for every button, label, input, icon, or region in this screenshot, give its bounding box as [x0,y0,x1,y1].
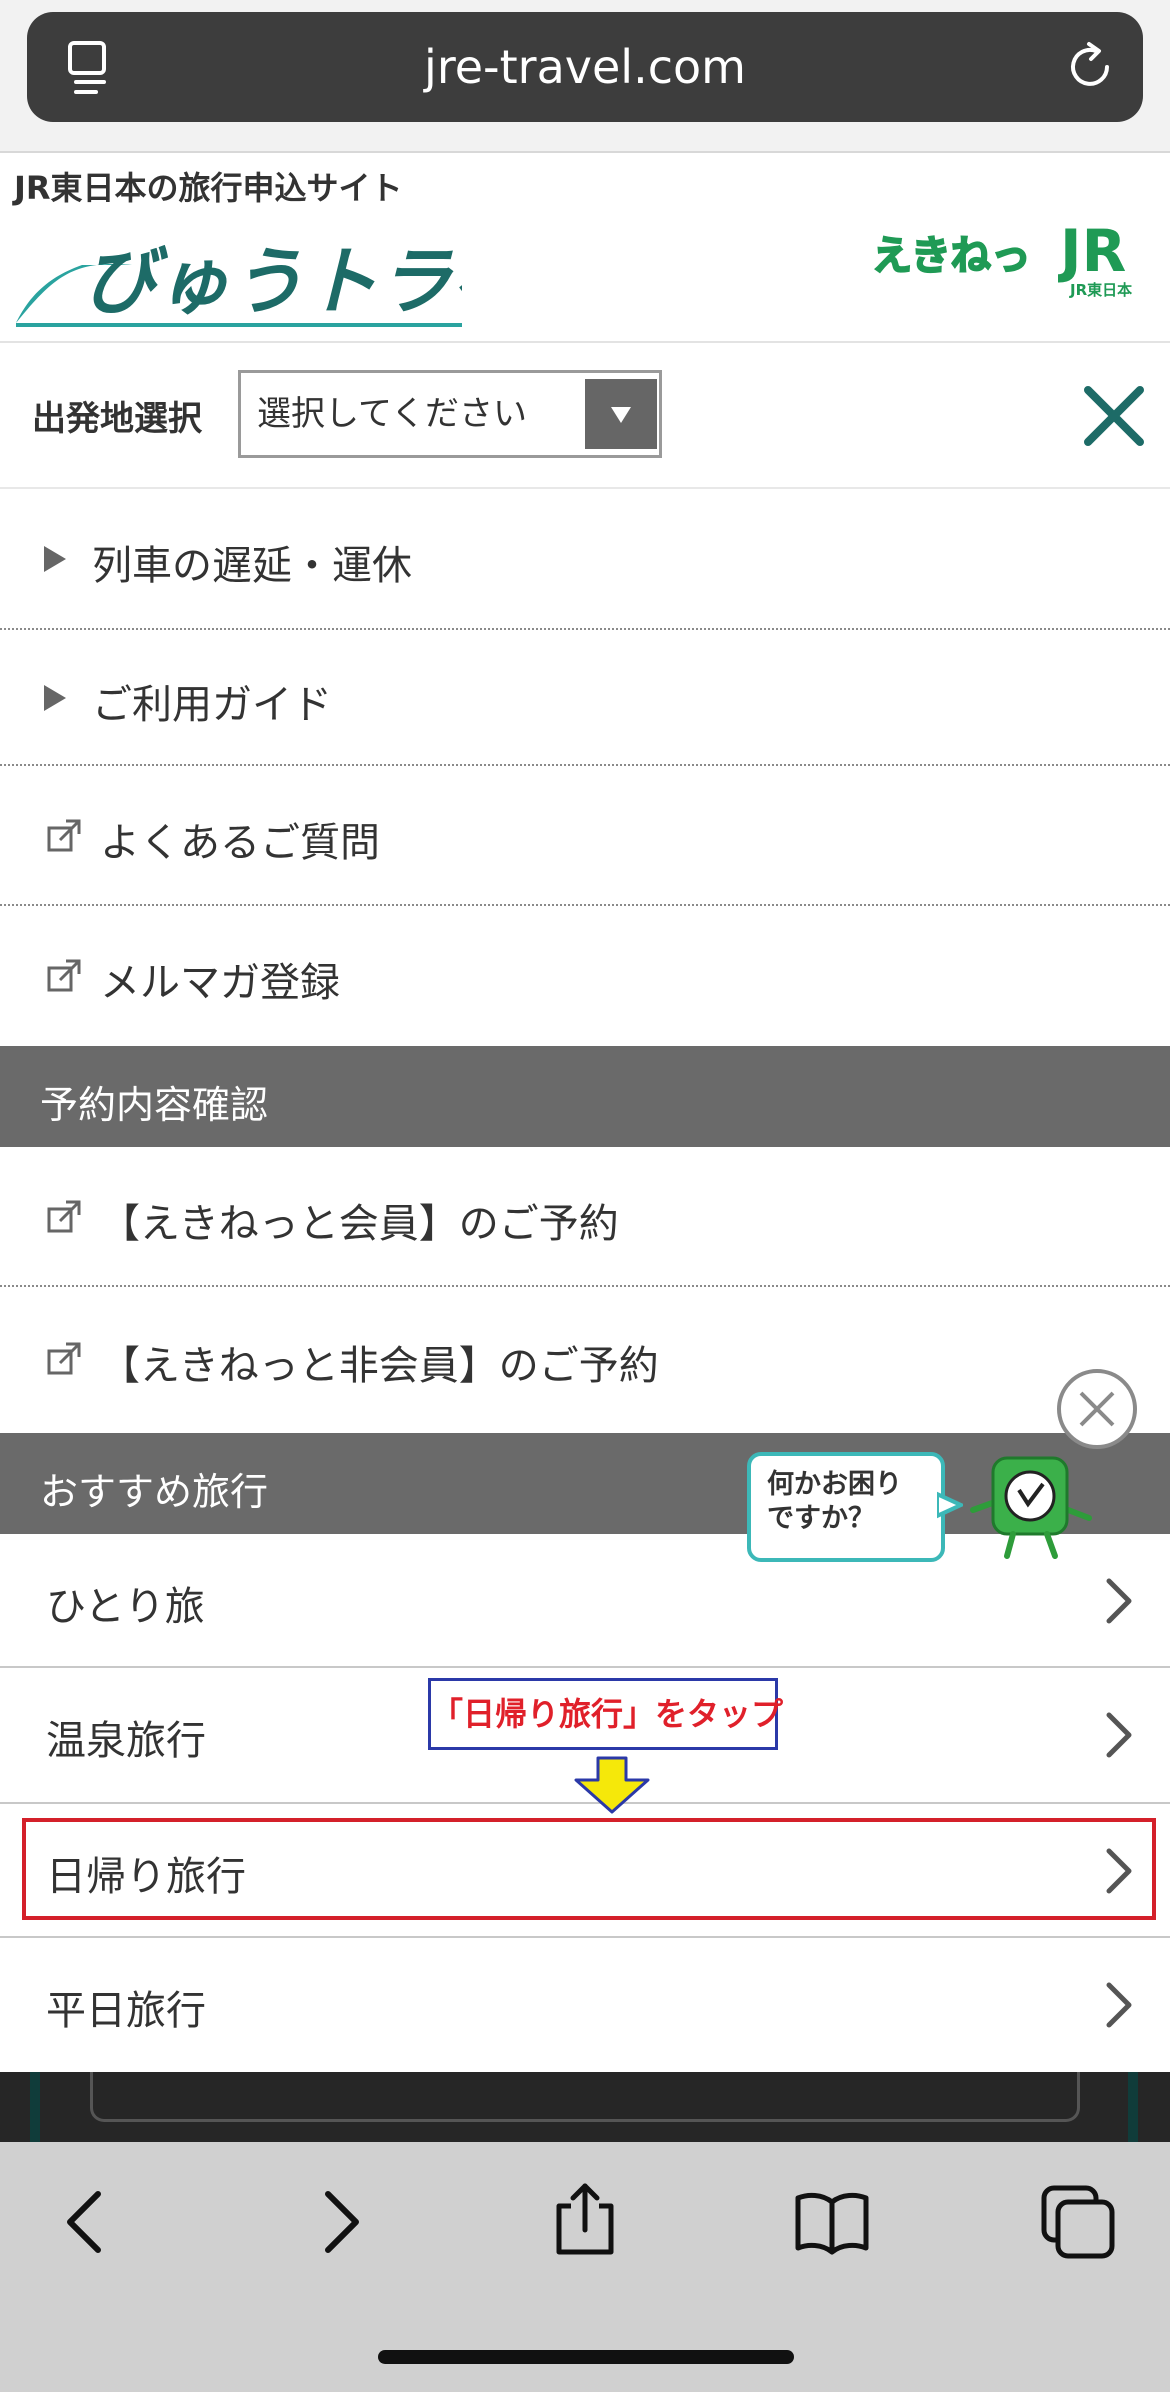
help-bubble-text: 何かお困り ですか？ [767,1468,937,1536]
share-icon[interactable] [545,2178,625,2258]
home-indicator[interactable] [378,2350,794,2364]
jr-east-logo[interactable]: JR JR東日本 [1058,215,1148,299]
section-title: おすすめ旅行 [40,1470,269,1514]
departure-select-value: 選択してください [257,394,527,434]
menu-item-label: よくあるご質問 [100,820,380,866]
ekinet-logo[interactable]: えきねっと [872,223,1032,283]
page-menu-icon[interactable] [62,40,112,96]
section-header-reservation: 予約内容確認 [0,1046,1170,1147]
divider [1128,2072,1138,2142]
menu-item-faq[interactable]: よくあるご質問 [0,766,1170,906]
address-bar[interactable]: jre-travel.com [27,12,1143,122]
menu-item-label: 平日旅行 [46,1988,206,2034]
departure-label: 出発地選択 [32,399,202,439]
bubble-tail [937,1491,963,1519]
menu-item-nonmember-reservation[interactable]: 【えきねっと非会員】のご予約 [0,1287,1170,1433]
menu-item-label: メルマガ登録 [100,960,340,1006]
menu-item-label: 【えきねっと会員】のご予約 [100,1201,619,1247]
site-header: JR東日本の旅行申込サイト びゅうトラベル えきねっと JR JR東日本 [0,153,1170,343]
mascot-icon[interactable] [965,1452,1095,1564]
divider [30,2072,40,2142]
chevron-right-icon [1106,1578,1132,1624]
url-text: jre-travel.com [424,40,746,94]
section-title: 予約内容確認 [40,1083,269,1127]
help-line-2: ですか？ [767,1503,875,1534]
triangle-right-icon [44,685,66,711]
departure-row: 出発地選択 選択してください [0,343,1170,489]
menu-item-guide[interactable]: ご利用ガイド [0,630,1170,766]
divider [90,2072,1080,2122]
menu-item-weekday-trip[interactable]: 平日旅行 [0,1938,1170,2072]
back-icon[interactable] [46,2182,126,2262]
external-link-icon [47,1342,81,1375]
triangle-right-icon [44,546,66,572]
view-travel-logo[interactable]: びゅうトラベル [12,219,462,329]
menu-item-train-delay[interactable]: 列車の遅延・運休 [0,489,1170,630]
tabs-icon[interactable] [1038,2182,1118,2262]
site-tagline: JR東日本の旅行申込サイト [14,169,403,207]
external-link-icon [47,819,81,852]
help-bubble[interactable]: 何かお困り ですか？ [747,1452,945,1562]
forward-icon[interactable] [300,2182,380,2262]
reload-icon[interactable] [1063,40,1117,94]
departure-select[interactable]: 選択してください [238,370,662,458]
chevron-right-icon [1106,1982,1132,2028]
external-link-icon [47,1200,81,1233]
ekinet-logo-text: えきねっと [872,233,1032,279]
annotation-text: 「日帰り旅行」をタップ [431,1695,784,1733]
triangle-down-icon [611,407,631,423]
menu-item-member-reservation[interactable]: 【えきねっと会員】のご予約 [0,1147,1170,1287]
menu-item-label: 【えきねっと非会員】のご予約 [100,1343,659,1389]
jr-logo-subtext: JR東日本 [1069,281,1132,299]
chevron-right-icon [1106,1712,1132,1758]
view-logo-text: びゅうトラベル [82,239,462,325]
annotation-label: 「日帰り旅行」をタップ [428,1678,784,1750]
external-link-icon [47,959,81,992]
annotation-highlight [22,1818,1156,1920]
menu-item-label: 温泉旅行 [46,1718,206,1764]
bookmarks-icon[interactable] [792,2182,872,2262]
close-menu-icon[interactable] [1078,380,1150,452]
menu-item-label: ご利用ガイド [92,682,332,728]
menu-item-label: 列車の遅延・運休 [92,543,412,589]
arrow-down-icon [574,1756,650,1814]
help-line-1: 何かお困り [767,1469,902,1500]
help-close-icon[interactable] [1055,1367,1139,1451]
select-dropdown-button[interactable] [585,379,657,449]
menu-item-newsletter[interactable]: メルマガ登録 [0,906,1170,1046]
jr-logo-text: JR [1058,217,1126,285]
menu-item-label: ひとり旅 [46,1584,205,1630]
